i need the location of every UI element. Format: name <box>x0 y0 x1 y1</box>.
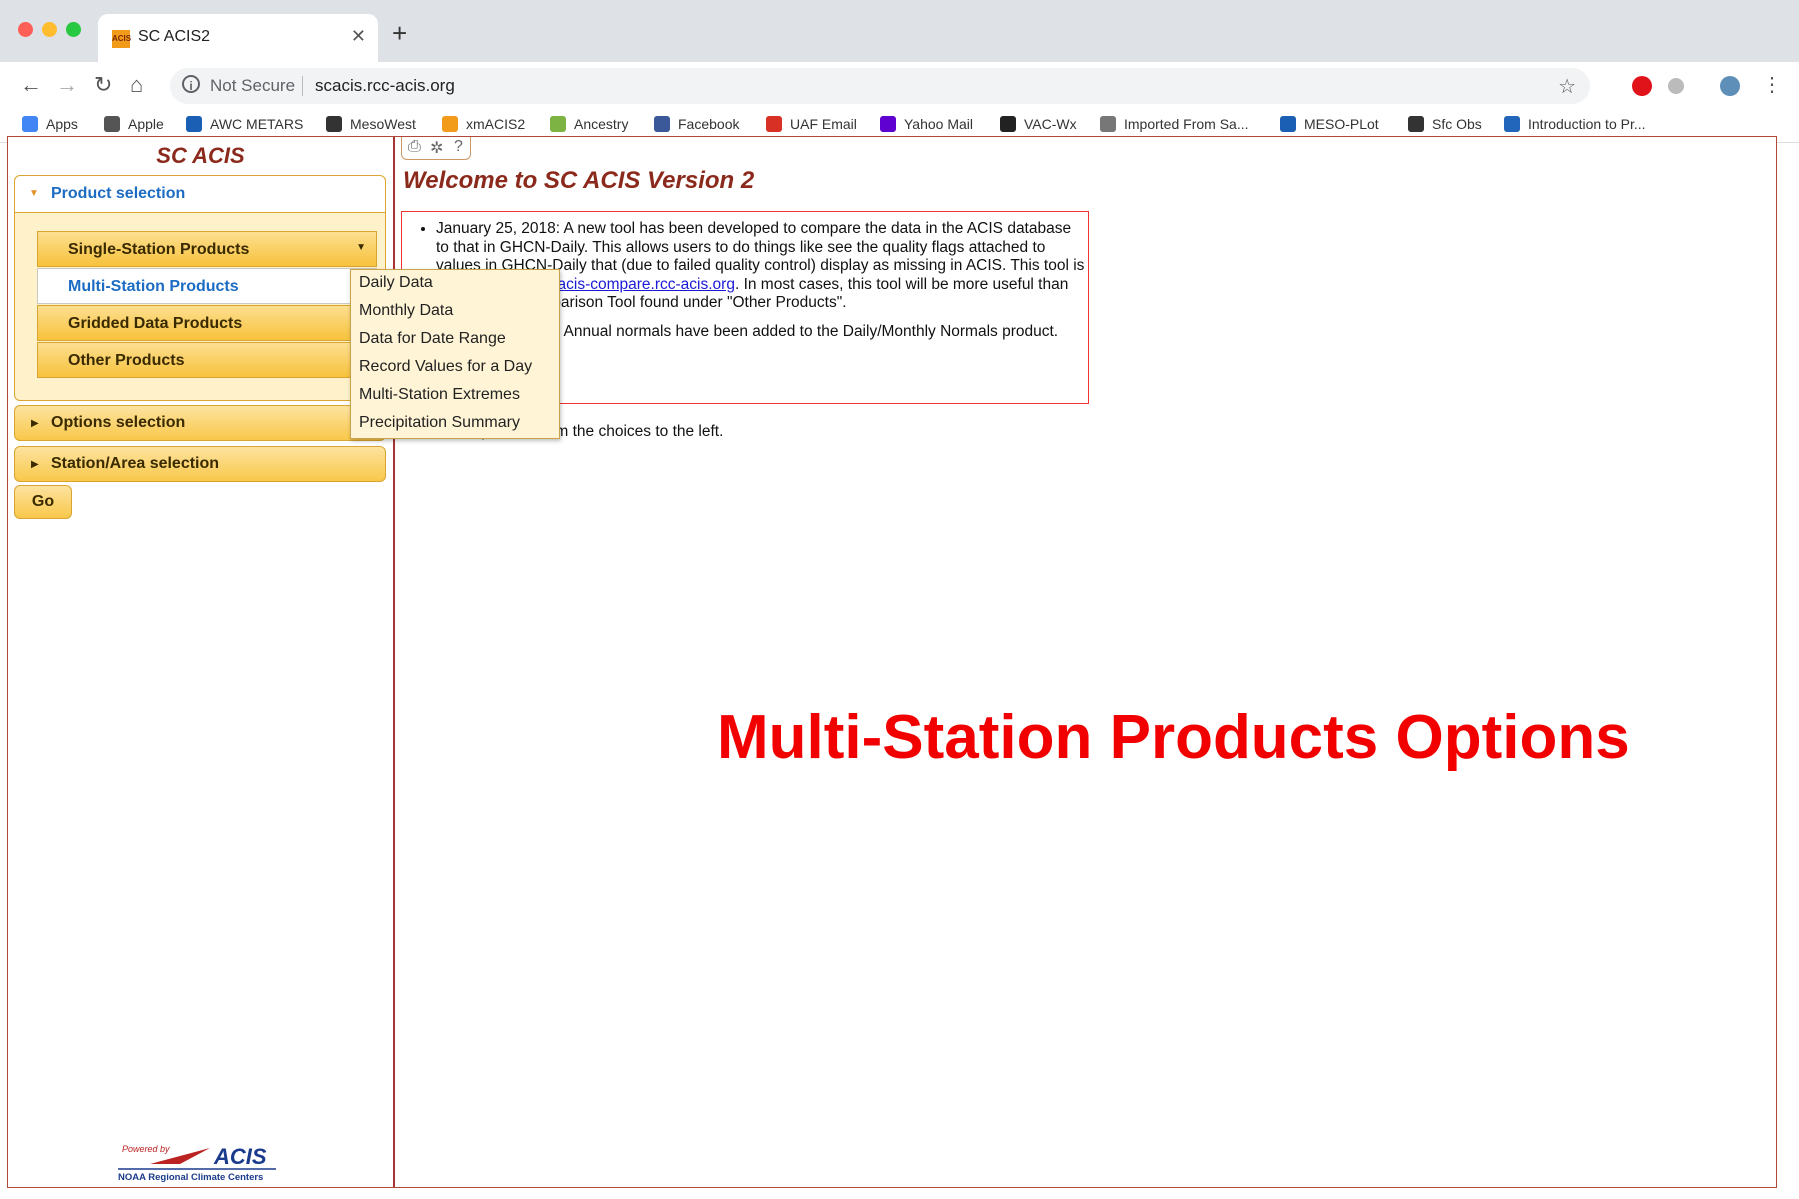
address-bar[interactable]: i Not Secure scacis.rcc-acis.org ☆ <box>170 68 1590 104</box>
multi-station-products-item[interactable]: Multi-Station Products <box>37 268 377 304</box>
page-frame: SC ACIS ▼ Product selection Single-Stati… <box>7 136 1777 1188</box>
bookmark-item[interactable]: Imported From Sa... <box>1100 116 1248 132</box>
bookmark-item[interactable]: xmACIS2 <box>442 116 525 132</box>
r-icon <box>1504 116 1520 132</box>
main-pane: ⎙ ✲ ? Welcome to SC ACIS Version 2 Janua… <box>395 137 1776 1187</box>
url-text[interactable]: scacis.rcc-acis.org <box>315 76 455 96</box>
acis-logo: Powered by ACIS NOAA Regional Climate Ce… <box>110 1142 280 1183</box>
submenu-daily-data[interactable]: Daily Data <box>359 274 433 292</box>
acis-logo-icon: Powered by ACIS NOAA Regional Climate Ce… <box>118 1144 276 1183</box>
multi-station-submenu: Daily Data Monthly Data Data for Date Ra… <box>350 269 560 439</box>
acis-favicon-icon: ACIS <box>112 30 131 48</box>
bookmark-item[interactable]: Facebook <box>654 116 739 132</box>
tab-title: SC ACIS2 <box>138 28 211 45</box>
minimize-window-button[interactable] <box>42 22 57 37</box>
info-icon[interactable]: i <box>182 75 200 93</box>
submenu-record-values[interactable]: Record Values for a Day <box>359 358 532 376</box>
close-window-button[interactable] <box>18 22 33 37</box>
product-selection-panel: ▼ Product selection Single-Station Produ… <box>14 175 386 401</box>
print-icon[interactable]: ⎙ <box>408 138 421 156</box>
opera-extension-icon[interactable] <box>1632 76 1652 96</box>
address-divider <box>302 76 303 96</box>
globe-icon <box>326 116 342 132</box>
browser-window: ACIS SC ACIS2 ✕ + ← → ↻ ⌂ i Not Secure s… <box>0 0 1799 1199</box>
svg-text:Powered by: Powered by <box>122 1144 170 1154</box>
product-selection-header[interactable]: ▼ Product selection <box>15 176 385 213</box>
circle-extension-icon[interactable] <box>1668 78 1684 94</box>
bookmark-item[interactable]: MesoWest <box>326 116 416 132</box>
yahoo-icon <box>880 116 896 132</box>
bookmark-star-icon[interactable]: ☆ <box>1558 74 1576 99</box>
bookmark-item[interactable]: Yahoo Mail <box>880 116 973 132</box>
gmail-icon <box>766 116 782 132</box>
single-station-products-item[interactable]: Single-Station Products ▼ <box>37 231 377 267</box>
station-area-selection-header[interactable]: ▶ Station/Area selection <box>14 446 386 482</box>
reload-icon[interactable]: ↻ <box>94 72 112 98</box>
forward-arrow-icon[interactable]: → <box>56 72 78 98</box>
bookmark-item[interactable]: UAF Email <box>766 116 857 132</box>
help-icon[interactable]: ? <box>454 138 463 156</box>
submenu-extremes[interactable]: Multi-Station Extremes <box>359 386 520 404</box>
facebook-icon <box>654 116 670 132</box>
browser-tab[interactable]: ACIS SC ACIS2 ✕ <box>98 14 378 62</box>
sfc-obs-icon <box>1408 116 1424 132</box>
site-title: SC ACIS <box>156 143 245 168</box>
bookmark-item[interactable]: AWC METARS <box>186 116 303 132</box>
svg-text:ACIS: ACIS <box>213 1144 267 1169</box>
bookmark-item[interactable]: MESO-PLot <box>1280 116 1379 132</box>
bookmark-item[interactable]: Sfc Obs <box>1408 116 1482 132</box>
ancestry-icon <box>550 116 566 132</box>
go-button[interactable]: Go <box>14 485 72 519</box>
annotation-label: Multi-Station Products Options <box>717 703 1630 772</box>
triangle-right-icon: ▶ <box>31 418 39 429</box>
bookmark-item[interactable]: Apps <box>22 116 78 132</box>
back-arrow-icon[interactable]: ← <box>20 72 42 98</box>
bookmark-item[interactable]: Ancestry <box>550 116 628 132</box>
profile-avatar-icon[interactable] <box>1720 76 1740 96</box>
page-title: Welcome to SC ACIS Version 2 <box>403 167 755 194</box>
bookmark-item[interactable]: Introduction to Pr... <box>1504 116 1646 132</box>
triangle-down-icon: ▼ <box>29 188 39 199</box>
product-selection-label: Product selection <box>51 185 186 202</box>
menu-dots-icon[interactable]: ⋮ <box>1762 72 1782 98</box>
home-icon[interactable]: ⌂ <box>130 72 143 98</box>
new-tab-button[interactable]: + <box>392 20 407 46</box>
tab-close-icon[interactable]: ✕ <box>351 26 366 47</box>
bookmark-item[interactable]: Apple <box>104 116 164 132</box>
folder-icon <box>1100 116 1116 132</box>
tab-bar: ACIS SC ACIS2 ✕ + <box>0 0 1799 62</box>
acis-icon <box>442 116 458 132</box>
apps-icon <box>22 116 38 132</box>
bookmark-item[interactable]: VAC-Wx <box>1000 116 1077 132</box>
svg-text:NOAA Regional Climate Centers: NOAA Regional Climate Centers <box>118 1172 263 1182</box>
noaa-icon <box>186 116 202 132</box>
other-products-item[interactable]: Other Products <box>37 342 377 378</box>
submenu-date-range[interactable]: Data for Date Range <box>359 330 506 348</box>
triangle-right-icon: ▶ <box>31 459 39 470</box>
zoom-window-button[interactable] <box>66 22 81 37</box>
not-secure-label: Not Secure <box>210 76 296 95</box>
vac-wx-icon <box>1000 116 1016 132</box>
browser-toolbar: ← → ↻ ⌂ i Not Secure scacis.rcc-acis.org… <box>0 62 1799 110</box>
gridded-data-products-item[interactable]: Gridded Data Products <box>37 305 377 341</box>
submenu-precip-summary[interactable]: Precipitation Summary <box>359 414 520 432</box>
apple-icon <box>104 116 120 132</box>
page-tools: ⎙ ✲ ? <box>401 137 471 160</box>
caret-down-icon: ▼ <box>356 242 366 253</box>
gear-icon[interactable]: ✲ <box>430 138 443 158</box>
left-pane: SC ACIS ▼ Product selection Single-Stati… <box>8 137 560 1187</box>
noaa-icon <box>1280 116 1296 132</box>
submenu-monthly-data[interactable]: Monthly Data <box>359 302 453 320</box>
options-selection-header[interactable]: ▶ Options selection <box>14 405 386 441</box>
